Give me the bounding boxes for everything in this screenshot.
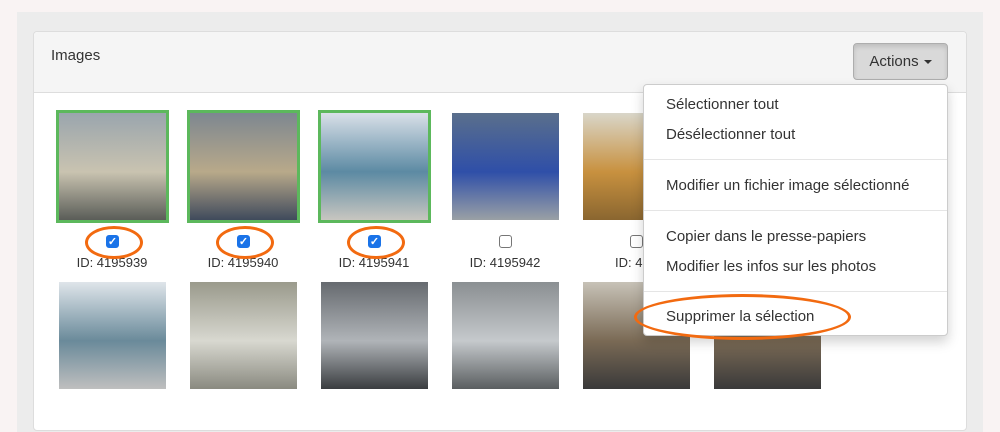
menu-divider: [644, 210, 947, 211]
annotation-ellipse: [634, 294, 851, 340]
menu-item-copy-clipboard[interactable]: Copier dans le presse-papiers: [666, 228, 866, 245]
caret-down-icon: [923, 59, 932, 64]
annotation-ellipse: [347, 226, 405, 259]
menu-item-edit-photo-info[interactable]: Modifier les infos sur les photos: [666, 258, 876, 275]
annotation-ellipse: [216, 226, 274, 259]
image-select-checkbox[interactable]: [499, 235, 512, 248]
image-thumbnail[interactable]: [321, 282, 428, 389]
image-thumbnail[interactable]: [318, 110, 431, 223]
image-thumbnail[interactable]: [59, 282, 166, 389]
image-thumbnail[interactable]: [452, 113, 559, 220]
menu-divider: [644, 291, 947, 292]
menu-item-edit-image-file[interactable]: Modifier un fichier image sélectionné: [666, 177, 909, 194]
menu-divider: [644, 159, 947, 160]
image-select-checkbox[interactable]: [630, 235, 643, 248]
image-thumbnail[interactable]: [187, 110, 300, 223]
image-thumbnail[interactable]: [452, 282, 559, 389]
menu-item-select-all[interactable]: Sélectionner tout: [666, 96, 779, 113]
actions-label: Actions: [869, 53, 919, 70]
panel-title: Images: [51, 47, 101, 64]
image-thumbnail[interactable]: [56, 110, 169, 223]
actions-dropdown-button[interactable]: Actions: [853, 43, 948, 80]
annotation-ellipse: [85, 226, 143, 259]
image-id-label: ID: 4195942: [469, 255, 541, 270]
image-thumbnail[interactable]: [190, 282, 297, 389]
menu-item-deselect-all[interactable]: Désélectionner tout: [666, 126, 795, 143]
